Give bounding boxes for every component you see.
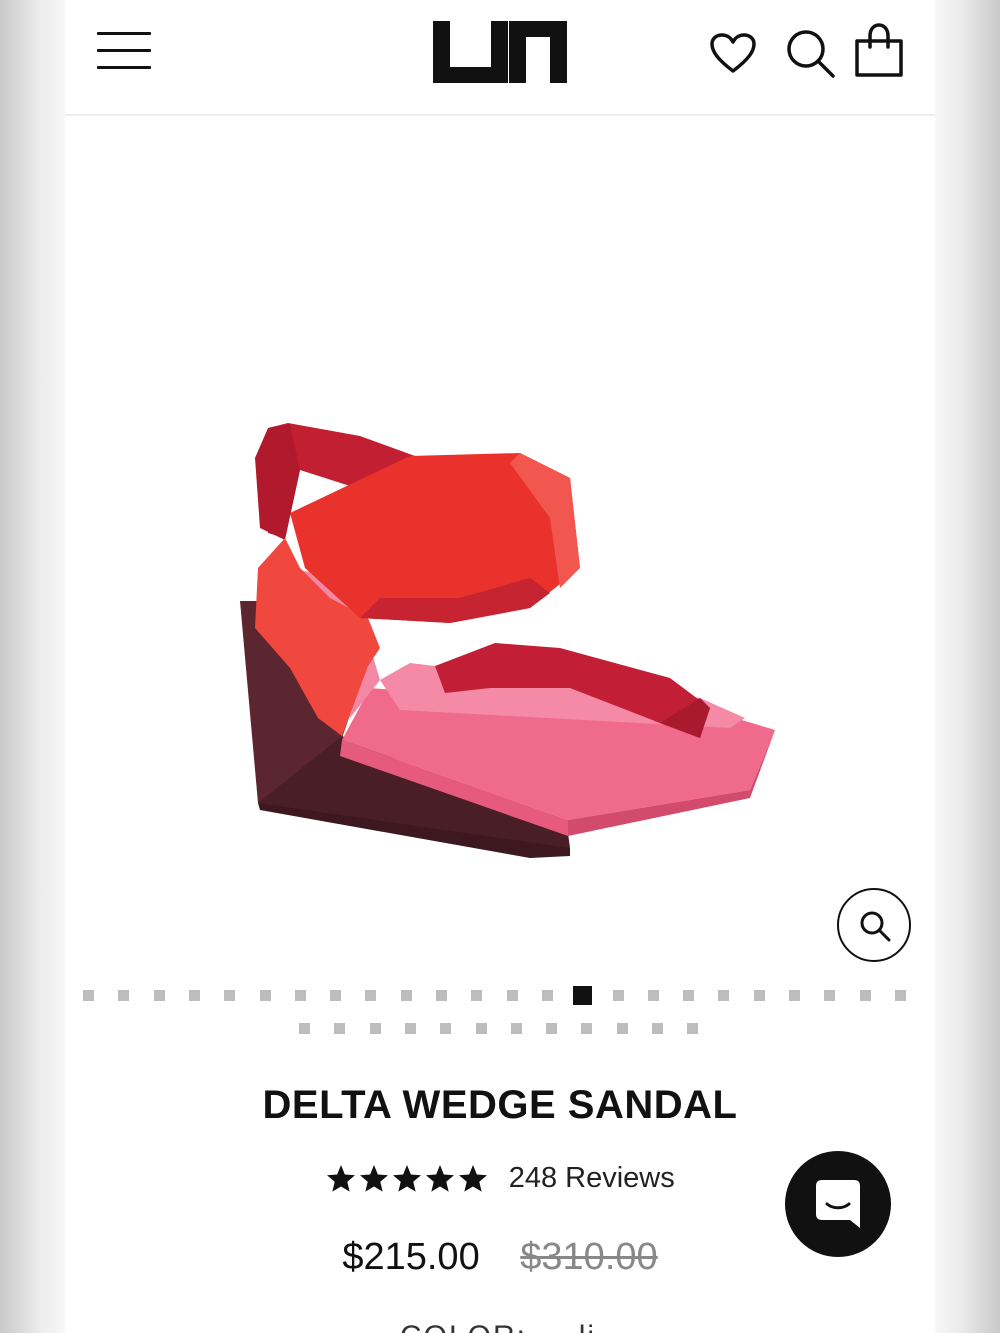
site-header xyxy=(65,0,935,116)
pagination-dot[interactable] xyxy=(718,990,730,1001)
pagination-dot[interactable] xyxy=(299,1023,310,1034)
pagination-dot[interactable] xyxy=(894,990,906,1001)
pagination-dot[interactable] xyxy=(330,990,342,1001)
pagination-dot[interactable] xyxy=(118,990,130,1001)
pagination-dot[interactable] xyxy=(789,990,800,1001)
chat-bubble-icon xyxy=(816,1180,860,1228)
color-label: COLOR: ... li xyxy=(400,1320,596,1333)
pagination-dot[interactable] xyxy=(404,1023,416,1034)
pagination-dot[interactable] xyxy=(612,990,624,1001)
pagination-dot[interactable] xyxy=(365,990,377,1001)
pagination-dot[interactable] xyxy=(683,990,695,1001)
brand-logo[interactable] xyxy=(433,21,567,83)
pagination-dot[interactable] xyxy=(687,1023,699,1034)
pagination-dot[interactable] xyxy=(294,990,306,1001)
original-price: $310.00 xyxy=(520,1236,658,1278)
product-page: DELTA WEDGE SANDAL 248 Reviews $215.00 $… xyxy=(65,0,935,1333)
pagination-dot[interactable] xyxy=(475,1023,487,1034)
pagination-dot[interactable] xyxy=(440,1023,452,1034)
pagination-dot[interactable] xyxy=(436,990,447,1001)
pagination-dot[interactable] xyxy=(573,986,593,1005)
star-icon xyxy=(360,1164,389,1192)
pagination-dot[interactable] xyxy=(541,990,553,1001)
star-icon xyxy=(426,1164,455,1192)
sale-price: $215.00 xyxy=(342,1236,480,1278)
star-icon xyxy=(459,1164,488,1192)
magnifier-icon xyxy=(860,911,891,942)
pagination-row-1 xyxy=(65,986,935,1010)
pagination-dot[interactable] xyxy=(153,990,165,1001)
pagination-dot[interactable] xyxy=(83,990,94,1001)
reviews-link[interactable]: 248 Reviews xyxy=(509,1162,675,1194)
pagination-dot[interactable] xyxy=(369,1023,381,1034)
product-image-gallery[interactable] xyxy=(65,118,935,978)
pagination-dot[interactable] xyxy=(400,990,412,1001)
pagination-dot[interactable] xyxy=(224,990,236,1001)
pagination-dot[interactable] xyxy=(652,1023,663,1034)
zoom-button[interactable] xyxy=(837,888,911,962)
pagination-dot[interactable] xyxy=(506,990,518,1001)
pagination-dot[interactable] xyxy=(753,990,765,1001)
pagination-dot[interactable] xyxy=(824,990,836,1001)
product-image[interactable] xyxy=(230,418,790,978)
star-icon xyxy=(327,1164,356,1192)
pagination-dot[interactable] xyxy=(647,990,659,1001)
chat-button[interactable] xyxy=(785,1151,891,1257)
pagination-dot[interactable] xyxy=(259,990,271,1001)
shopping-bag-icon[interactable] xyxy=(854,22,904,78)
pagination-row-2 xyxy=(65,1023,935,1043)
hamburger-menu-icon[interactable] xyxy=(97,30,153,74)
pagination-dot[interactable] xyxy=(334,1023,346,1034)
star-icon xyxy=(393,1164,422,1192)
pagination-dot[interactable] xyxy=(471,990,483,1001)
pagination-dot[interactable] xyxy=(510,1023,522,1034)
pagination-dot[interactable] xyxy=(188,990,200,1001)
search-icon[interactable] xyxy=(785,28,837,80)
heart-icon[interactable] xyxy=(709,32,757,74)
pagination-dot[interactable] xyxy=(581,1023,593,1034)
pagination-dot[interactable] xyxy=(616,1023,628,1034)
pagination-dot[interactable] xyxy=(859,990,871,1001)
star-rating xyxy=(325,1163,490,1195)
pagination-dot[interactable] xyxy=(546,1023,558,1034)
product-title: DELTA WEDGE SANDAL xyxy=(262,1083,738,1127)
